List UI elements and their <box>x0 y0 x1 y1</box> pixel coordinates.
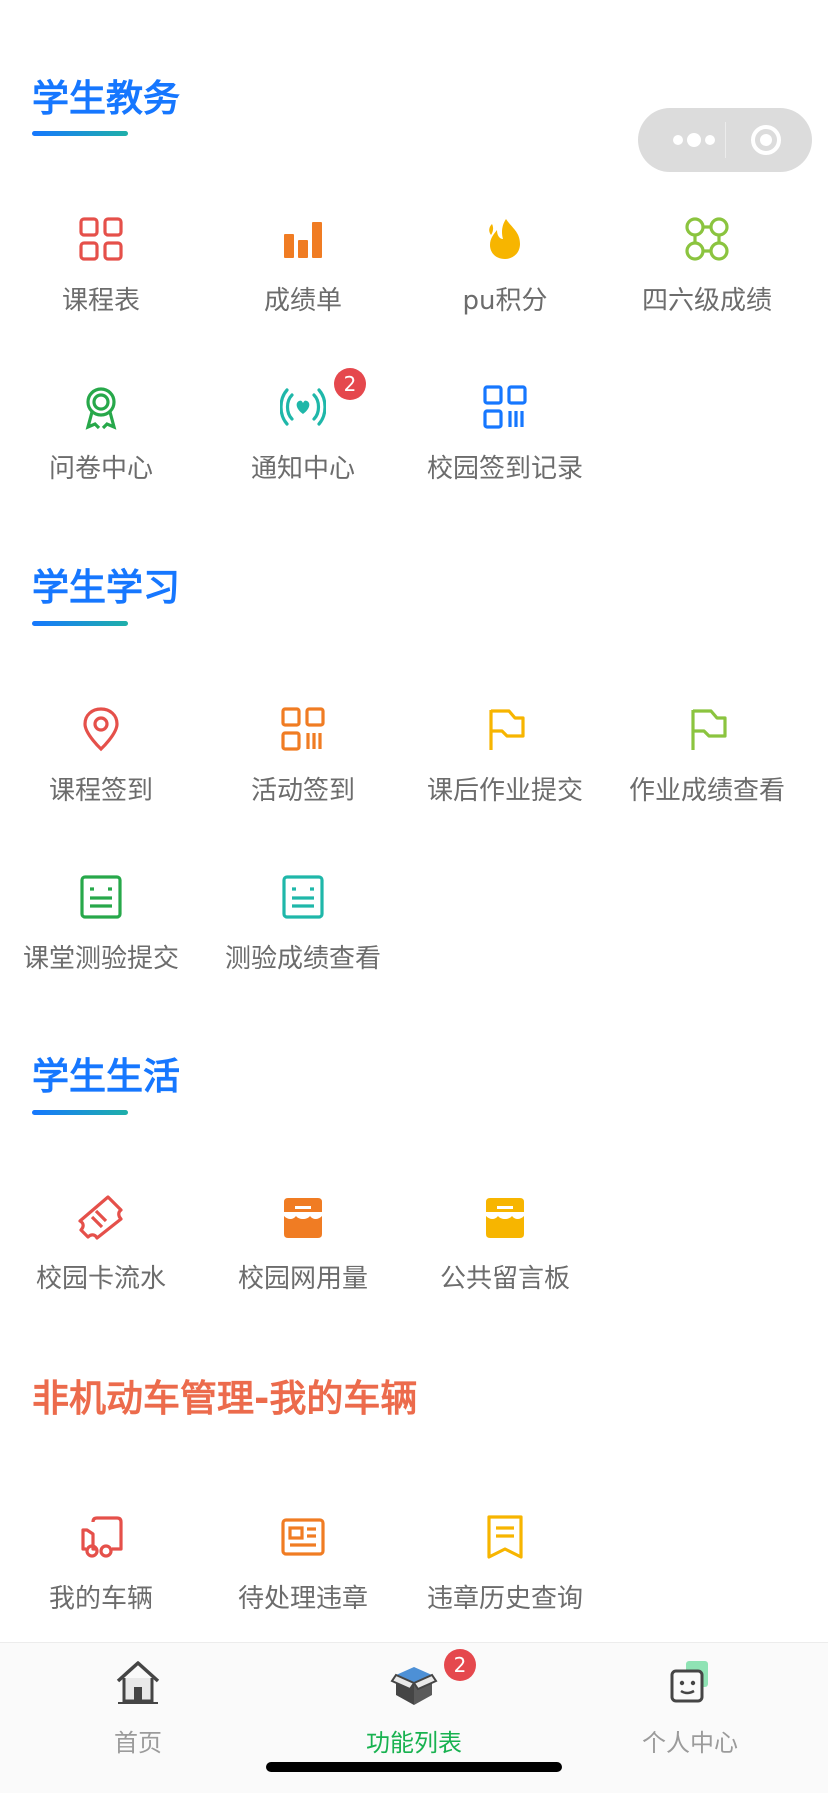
grid-icon <box>78 216 124 262</box>
grid-item-label: 公共留言板 <box>439 1264 570 1294</box>
receipt-icon <box>482 1514 528 1560</box>
face-chat-icon <box>670 1661 708 1703</box>
form-list-icon <box>78 874 124 920</box>
form-list-icon <box>280 874 326 920</box>
grid-item-campus-card-records[interactable]: 校园卡流水 <box>0 1194 202 1334</box>
grid-item-label: 问卷中心 <box>48 454 153 484</box>
grid-item-transcript[interactable]: 成绩单 <box>202 216 404 356</box>
notification-badge: 2 <box>334 368 366 400</box>
grid-item-label: 课堂测验提交 <box>22 944 179 974</box>
grid-item-label: 课程表 <box>61 286 140 316</box>
grid-item-course-schedule[interactable]: 课程表 <box>0 216 202 356</box>
tab-profile[interactable]: 个人中心 <box>590 1653 790 1757</box>
truck-icon <box>78 1514 124 1560</box>
grid-item-label: pu积分 <box>462 286 548 316</box>
grid-item-label: 校园卡流水 <box>35 1264 166 1294</box>
grid-item-label: 校园签到记录 <box>426 454 583 484</box>
location-pin-icon <box>78 706 124 752</box>
grid-item-label: 我的车辆 <box>48 1584 153 1614</box>
home-indicator <box>266 1762 562 1772</box>
grid-item-label: 活动签到 <box>250 776 355 806</box>
more-dots-icon[interactable] <box>670 130 730 150</box>
grid-item-homework-grades[interactable]: 作业成绩查看 <box>606 706 808 846</box>
grid-item-label: 成绩单 <box>263 286 342 316</box>
bar-chart-icon <box>280 216 326 262</box>
grid-item-notification-center[interactable]: 2 通知中心 <box>202 368 404 524</box>
rounded-grid-icon <box>684 216 730 262</box>
section-underline <box>32 621 128 626</box>
grid-item-course-checkin[interactable]: 课程签到 <box>0 706 202 846</box>
id-card-icon <box>280 1514 326 1560</box>
store-icon <box>482 1194 528 1240</box>
grid-item-label: 课程签到 <box>48 776 153 806</box>
grid-item-label: 校园网用量 <box>237 1264 368 1294</box>
grid-item-activity-checkin[interactable]: 活动签到 <box>202 706 404 846</box>
tab-label: 首页 <box>114 1729 162 1757</box>
grid-item-pu-points[interactable]: pu积分 <box>404 216 606 356</box>
grid-item-homework-submit[interactable]: 课后作业提交 <box>404 706 606 846</box>
grid-item-campus-checkin-records[interactable]: 校园签到记录 <box>404 384 606 524</box>
tab-label: 功能列表 <box>366 1729 462 1757</box>
tab-features[interactable]: 2 功能列表 <box>314 1649 514 1757</box>
open-box-icon <box>390 1667 438 1705</box>
section-underline <box>32 1110 128 1115</box>
tab-badge: 2 <box>444 1649 476 1681</box>
award-icon <box>78 384 124 430</box>
flag-icon <box>482 706 528 752</box>
qr-code-icon <box>482 384 528 430</box>
grid-item-label: 通知中心 <box>250 454 355 484</box>
house-icon <box>116 1661 160 1704</box>
grid-item-violation-history[interactable]: 违章历史查询 <box>404 1514 606 1654</box>
grid-item-label: 四六级成绩 <box>641 286 772 316</box>
grid-item-campus-network-usage[interactable]: 校园网用量 <box>202 1194 404 1334</box>
section-underline <box>32 131 128 136</box>
tab-home[interactable]: 首页 <box>38 1653 238 1757</box>
section-title: 学生生活 <box>32 1055 180 1098</box>
grid-item-cet-scores[interactable]: 四六级成绩 <box>606 216 808 356</box>
section-title: 非机动车管理-我的车辆 <box>32 1377 418 1420</box>
grid-item-survey-center[interactable]: 问卷中心 <box>0 384 202 524</box>
grid-item-pending-violations[interactable]: 待处理违章 <box>202 1514 404 1654</box>
grid-item-label: 违章历史查询 <box>426 1584 583 1614</box>
grid-item-public-message-board[interactable]: 公共留言板 <box>404 1194 606 1334</box>
grid-item-label: 作业成绩查看 <box>628 776 785 806</box>
mini-program-capsule <box>638 108 812 172</box>
section-title: 学生学习 <box>32 566 180 609</box>
target-circle-icon[interactable] <box>750 124 782 156</box>
ticket-icon <box>78 1194 124 1240</box>
capsule-divider <box>725 122 726 158</box>
grid-item-label: 待处理违章 <box>237 1584 368 1614</box>
store-icon <box>280 1194 326 1240</box>
grid-item-quiz-grades[interactable]: 测验成绩查看 <box>202 874 404 1014</box>
grid-item-label: 测验成绩查看 <box>224 944 381 974</box>
grid-item-quiz-submit[interactable]: 课堂测验提交 <box>0 874 202 1014</box>
qr-code-icon <box>280 706 326 752</box>
grid-item-label: 课后作业提交 <box>426 776 583 806</box>
flame-icon <box>482 216 528 262</box>
section-title: 学生教务 <box>32 77 180 120</box>
grid-item-my-vehicles[interactable]: 我的车辆 <box>0 1514 202 1654</box>
flag-icon <box>684 706 730 752</box>
broadcast-heart-icon <box>280 384 326 430</box>
tab-label: 个人中心 <box>642 1729 738 1757</box>
